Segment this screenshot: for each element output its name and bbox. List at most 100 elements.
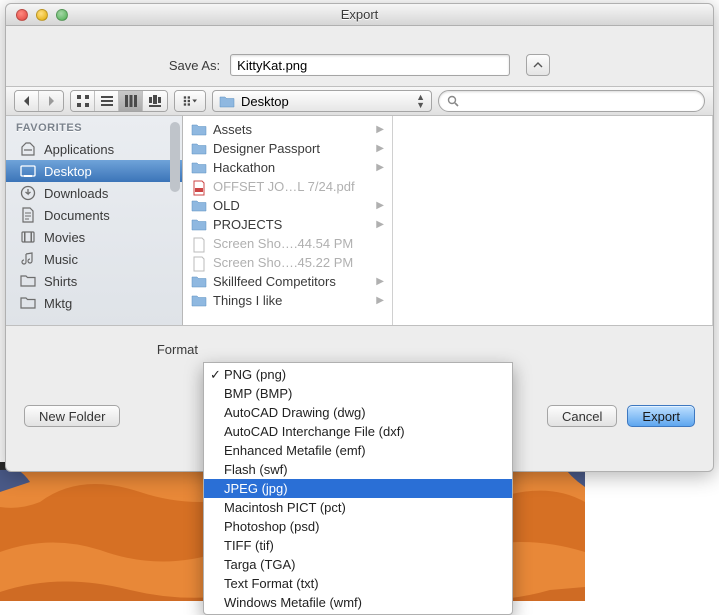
- sidebar-item-label: Shirts: [44, 274, 77, 289]
- format-option[interactable]: Photoshop (psd): [204, 517, 512, 536]
- file-item[interactable]: PROJECTS ▶: [183, 215, 392, 234]
- file-item[interactable]: Designer Passport▶: [183, 139, 392, 158]
- nav-segment: [14, 90, 64, 112]
- updown-caret-icon: ▲▼: [416, 93, 425, 109]
- grid-icon: [76, 94, 90, 108]
- format-option[interactable]: TIFF (tif): [204, 536, 512, 555]
- file-item[interactable]: Skillfeed Competitors▶: [183, 272, 392, 291]
- list-view-button[interactable]: [95, 91, 119, 111]
- file-item[interactable]: OFFSET JO…L 7/24.pdf: [183, 177, 392, 196]
- format-option[interactable]: Macintosh PICT (pct): [204, 498, 512, 517]
- file-item[interactable]: Screen Sho….44.54 PM: [183, 234, 392, 253]
- sidebar-item-label: Applications: [44, 142, 114, 157]
- format-option[interactable]: AutoCAD Drawing (dwg): [204, 403, 512, 422]
- chevron-right-icon: ▶: [376, 276, 384, 287]
- file-item-label: Assets: [213, 122, 370, 137]
- export-button[interactable]: Export: [627, 405, 695, 427]
- sidebar-icon: [20, 163, 36, 179]
- chevron-right-icon: ▶: [376, 200, 384, 211]
- window-title: Export: [6, 7, 713, 22]
- format-option[interactable]: BMP (BMP): [204, 384, 512, 403]
- file-column-1: Assets▶Designer Passport▶Hackathon▶OFFSE…: [183, 116, 393, 325]
- file-item-label: OLD: [213, 198, 370, 213]
- file-item-label: OFFSET JO…L 7/24.pdf: [213, 179, 384, 194]
- back-button[interactable]: [15, 91, 39, 111]
- view-segment: [70, 90, 168, 112]
- format-option[interactable]: JPEG (jpg): [204, 479, 512, 498]
- new-folder-button[interactable]: New Folder: [24, 405, 120, 427]
- sidebar-item-shirts[interactable]: Shirts: [6, 270, 182, 292]
- sidebar-item-label: Desktop: [44, 164, 92, 179]
- filename-input[interactable]: [230, 54, 510, 76]
- sidebar-icon: [20, 185, 36, 201]
- file-item[interactable]: Assets▶: [183, 120, 392, 139]
- folder-icon: [191, 199, 207, 213]
- format-option[interactable]: Targa (TGA): [204, 555, 512, 574]
- search-input[interactable]: [465, 94, 696, 108]
- format-option[interactable]: Windows Metafile (wmf): [204, 593, 512, 612]
- location-label: Desktop: [241, 94, 289, 109]
- browser-toolbar: Desktop ▲▼: [6, 86, 713, 116]
- list-icon: [100, 94, 114, 108]
- format-label: Format: [6, 342, 204, 357]
- file-item-label: PROJECTS: [213, 217, 370, 232]
- triangle-left-icon: [20, 94, 34, 108]
- sidebar-item-music[interactable]: Music: [6, 248, 182, 270]
- sidebar-icon: [20, 141, 36, 157]
- sidebar-item-downloads[interactable]: Downloads: [6, 182, 182, 204]
- pdf-icon: [191, 180, 207, 194]
- format-row: Format: [6, 326, 713, 357]
- file-item[interactable]: Things I like▶: [183, 291, 392, 310]
- format-option[interactable]: Text Format (txt): [204, 574, 512, 593]
- location-popup[interactable]: Desktop ▲▼: [212, 90, 432, 112]
- file-column-2: [393, 116, 713, 325]
- icon-view-button[interactable]: [71, 91, 95, 111]
- folder-icon: [219, 95, 235, 108]
- folder-icon: [191, 142, 207, 156]
- file-item[interactable]: Screen Sho….45.22 PM: [183, 253, 392, 272]
- sidebar-icon: [20, 273, 36, 289]
- sidebar-scrollbar[interactable]: [169, 120, 181, 321]
- chevron-right-icon: ▶: [376, 143, 384, 154]
- sidebar: FAVORITES Applications Desktop Downloads Do…: [6, 116, 183, 325]
- search-field-wrapper: [438, 90, 705, 112]
- chevron-right-icon: ▶: [376, 162, 384, 173]
- save-as-label: Save As:: [169, 58, 220, 73]
- arrange-button[interactable]: [175, 91, 205, 111]
- file-item[interactable]: Hackathon▶: [183, 158, 392, 177]
- arrange-icon: [183, 94, 197, 108]
- columns-icon: [124, 94, 138, 108]
- sidebar-item-label: Downloads: [44, 186, 108, 201]
- coverflow-view-button[interactable]: [143, 91, 167, 111]
- file-item-label: Screen Sho….44.54 PM: [213, 236, 384, 251]
- format-option[interactable]: AutoCAD Interchange File (dxf): [204, 422, 512, 441]
- sidebar-item-mktg[interactable]: Mktg: [6, 292, 182, 314]
- disclosure-toggle-button[interactable]: [526, 54, 550, 76]
- file-browser: FAVORITES Applications Desktop Downloads Do…: [6, 116, 713, 326]
- column-view-button[interactable]: [119, 91, 143, 111]
- file-icon: [191, 237, 207, 251]
- sidebar-item-label: Mktg: [44, 296, 72, 311]
- sidebar-item-documents[interactable]: Documents: [6, 204, 182, 226]
- sidebar-item-applications[interactable]: Applications: [6, 138, 182, 160]
- search-icon: [447, 95, 459, 107]
- file-item[interactable]: OLD ▶: [183, 196, 392, 215]
- triangle-right-icon: [44, 94, 58, 108]
- cancel-button[interactable]: Cancel: [547, 405, 617, 427]
- sidebar-item-label: Movies: [44, 230, 85, 245]
- scrollbar-thumb[interactable]: [170, 122, 180, 192]
- format-option[interactable]: PNG (png): [204, 365, 512, 384]
- sidebar-header-favorites: FAVORITES: [6, 116, 182, 138]
- sidebar-item-label: Music: [44, 252, 78, 267]
- format-option[interactable]: Enhanced Metafile (emf): [204, 441, 512, 460]
- save-as-row: Save As:: [6, 26, 713, 86]
- folder-icon: [191, 123, 207, 137]
- sidebar-item-desktop[interactable]: Desktop: [6, 160, 182, 182]
- chevron-right-icon: ▶: [376, 219, 384, 230]
- format-dropdown-menu: PNG (png)BMP (BMP)AutoCAD Drawing (dwg)A…: [203, 362, 513, 615]
- sidebar-item-movies[interactable]: Movies: [6, 226, 182, 248]
- coverflow-icon: [148, 94, 162, 108]
- format-option[interactable]: Flash (swf): [204, 460, 512, 479]
- forward-button[interactable]: [39, 91, 63, 111]
- sidebar-icon: [20, 207, 36, 223]
